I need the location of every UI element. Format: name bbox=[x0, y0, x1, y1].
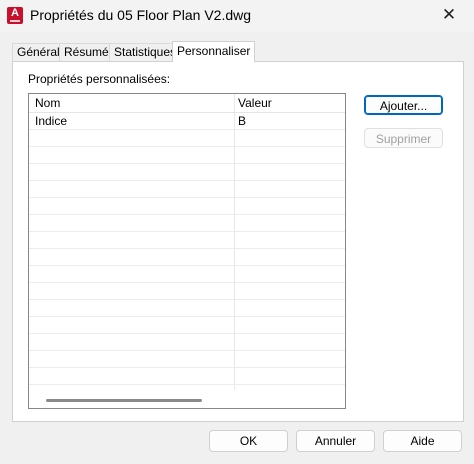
list-header: Nom Valeur bbox=[29, 94, 345, 113]
list-item[interactable]: Indice B bbox=[29, 113, 345, 130]
tab-personnaliser[interactable]: Personnaliser bbox=[172, 41, 256, 62]
empty-row bbox=[29, 232, 345, 249]
property-name-cell: Indice bbox=[35, 114, 68, 128]
custom-properties-label: Propriétés personnalisées: bbox=[28, 72, 171, 86]
scrollbar-thumb[interactable] bbox=[46, 399, 202, 402]
autocad-app-icon: A bbox=[7, 7, 23, 24]
column-header-nom[interactable]: Nom bbox=[35, 96, 60, 110]
delete-button[interactable]: Supprimer bbox=[364, 128, 443, 148]
empty-row bbox=[29, 300, 345, 317]
window-title: Propriétés du 05 Floor Plan V2.dwg bbox=[30, 7, 252, 23]
empty-row bbox=[29, 198, 345, 215]
property-value-cell: B bbox=[238, 114, 247, 128]
empty-row bbox=[29, 147, 345, 164]
tab-panel-personnaliser: Propriétés personnalisées: Nom Valeur In… bbox=[12, 61, 464, 422]
column-header-valeur[interactable]: Valeur bbox=[238, 96, 272, 110]
empty-row bbox=[29, 368, 345, 385]
empty-row bbox=[29, 283, 345, 300]
empty-row bbox=[29, 249, 345, 266]
ok-button[interactable]: OK bbox=[209, 430, 288, 452]
empty-row bbox=[29, 130, 345, 147]
empty-row bbox=[29, 164, 345, 181]
help-button[interactable]: Aide bbox=[383, 430, 462, 452]
horizontal-scrollbar[interactable] bbox=[29, 391, 345, 408]
empty-row bbox=[29, 351, 345, 368]
empty-row bbox=[29, 181, 345, 198]
empty-row bbox=[29, 215, 345, 232]
close-icon[interactable]: ✕ bbox=[438, 4, 460, 26]
empty-row bbox=[29, 334, 345, 351]
app-icon-letter: A bbox=[11, 7, 19, 19]
tab-resume[interactable]: Résumé bbox=[59, 43, 114, 61]
tab-general[interactable]: Général bbox=[12, 43, 65, 61]
empty-row bbox=[29, 317, 345, 334]
empty-row bbox=[29, 266, 345, 283]
title-bar: A Propriétés du 05 Floor Plan V2.dwg ✕ bbox=[0, 0, 474, 32]
tab-statistiques[interactable]: Statistiques bbox=[109, 43, 182, 61]
add-button[interactable]: Ajouter... bbox=[364, 95, 443, 115]
custom-properties-list[interactable]: Nom Valeur Indice B bbox=[28, 93, 346, 409]
app-icon-bar bbox=[10, 20, 20, 22]
cancel-button[interactable]: Annuler bbox=[296, 430, 375, 452]
